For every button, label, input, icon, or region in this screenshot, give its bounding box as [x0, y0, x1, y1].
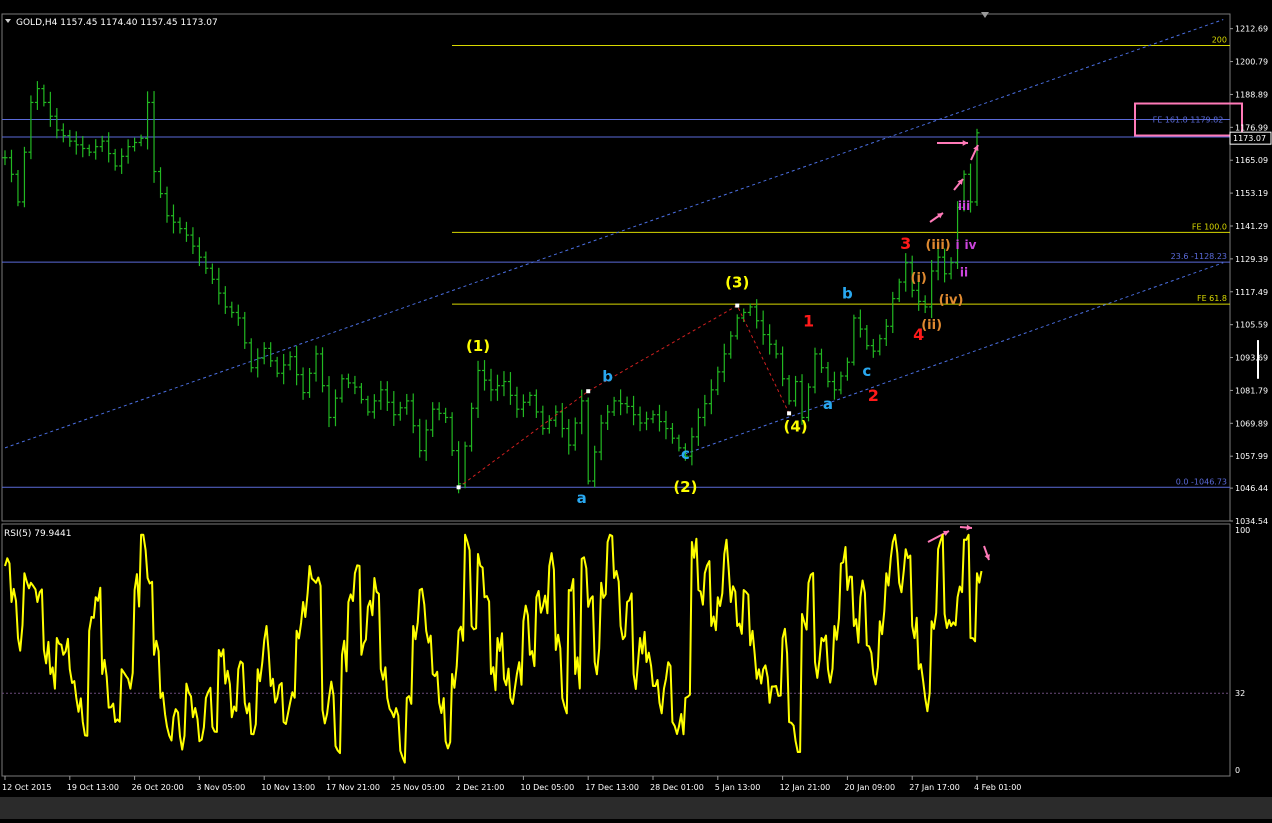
wave-label: 1 — [803, 311, 814, 330]
price-tick-label: 1165.09 — [1235, 156, 1268, 165]
wave-label: 2 — [868, 386, 879, 405]
price-tick-label: 1081.79 — [1235, 386, 1268, 395]
price-tick-label: 1069.89 — [1235, 419, 1268, 428]
wave-label: (4) — [783, 417, 807, 435]
time-tick-label: 12 Oct 2015 — [2, 783, 51, 792]
wave-label: b — [842, 285, 853, 303]
wave-label: (iii) — [925, 238, 950, 253]
wave-point — [735, 303, 740, 308]
price-tick-label: 1117.49 — [1235, 288, 1268, 297]
wave-label: c — [681, 445, 690, 463]
time-tick-label: 4 Feb 01:00 — [974, 783, 1021, 792]
rsi-tick-label: 32 — [1235, 689, 1245, 698]
rsi-header: RSI(5) 79.9441 — [4, 529, 71, 539]
chart-window: 200 FE 100.0 23.6 -1128.23 FE 61.8 0.0 -1046… — [0, 0, 1272, 819]
price-tick-label: 1034.54 — [1235, 517, 1268, 526]
time-tick-label: 20 Jan 09:00 — [844, 783, 895, 792]
wave-label: (ii) — [921, 318, 942, 333]
wave-label: iv — [965, 238, 977, 252]
status-bar — [0, 797, 1272, 819]
price-tick-label: 1153.19 — [1235, 189, 1268, 198]
wave-label: ii — [960, 266, 968, 280]
time-tick-label: 17 Nov 21:00 — [326, 783, 380, 792]
price-tick-label: 1129.39 — [1235, 255, 1268, 264]
wave-label: a — [823, 395, 833, 413]
time-tick-label: 19 Oct 13:00 — [67, 783, 119, 792]
price-tick-label: 1046.44 — [1235, 484, 1268, 493]
price-tick-label: 1200.79 — [1235, 58, 1268, 67]
wave-label: (3) — [725, 274, 749, 292]
main-header: GOLD,H4 1157.45 1174.40 1157.45 1173.07 — [16, 18, 218, 28]
wave-label: (2) — [673, 478, 697, 496]
chart-canvas[interactable]: 200 FE 100.0 23.6 -1128.23 FE 61.8 0.0 -1046… — [0, 0, 1272, 819]
price-tick-label: 1188.89 — [1235, 90, 1268, 99]
time-tick-label: 12 Jan 21:00 — [780, 783, 831, 792]
wave-label: iii — [958, 199, 970, 213]
wave-point — [586, 389, 591, 394]
wave-label: b — [602, 368, 613, 386]
rsi-tick-label: 100 — [1235, 526, 1250, 535]
wave-point — [787, 411, 792, 416]
wave-label: a — [577, 489, 587, 507]
fe-100-label: FE 100.0 — [1192, 222, 1227, 231]
time-tick-label: 28 Dec 01:00 — [650, 783, 704, 792]
fib-0-label: 0.0 -1046.73 — [1176, 477, 1227, 486]
price-tick-label: 1141.29 — [1235, 222, 1268, 231]
price-tick-label: 1057.99 — [1235, 452, 1268, 461]
price-tick-label: 1176.99 — [1235, 123, 1268, 132]
time-tick-label: 26 Oct 20:00 — [132, 783, 184, 792]
time-tick-label: 25 Nov 05:00 — [391, 783, 445, 792]
time-tick-label: 2 Dec 21:00 — [456, 783, 505, 792]
price-tick-label: 1105.59 — [1235, 321, 1268, 330]
fe-box-label: FE 161.8 1179.82 — [1153, 116, 1224, 125]
time-tick-label: 5 Jan 13:00 — [715, 783, 761, 792]
time-tick-label: 17 Dec 13:00 — [585, 783, 639, 792]
price-tick-label: 1212.69 — [1235, 25, 1268, 34]
time-tick-label: 10 Dec 05:00 — [520, 783, 574, 792]
time-tick-label: 3 Nov 05:00 — [196, 783, 245, 792]
wave-label: c — [862, 362, 871, 380]
fe-200-label: 200 — [1212, 36, 1227, 45]
wave-label: (i) — [911, 271, 927, 286]
price-label: 1173.07 — [1233, 134, 1266, 143]
wave-label: (iv) — [939, 293, 964, 308]
fib-23-6-label: 23.6 -1128.23 — [1171, 252, 1227, 261]
time-tick-label: 27 Jan 17:00 — [909, 783, 960, 792]
wave-label: i — [955, 238, 959, 252]
time-tick-label: 10 Nov 13:00 — [261, 783, 315, 792]
fe-61-8-label: FE 61.8 — [1197, 294, 1227, 303]
rsi-tick-label: 0 — [1235, 766, 1240, 775]
wave-point — [456, 485, 461, 490]
wave-label: (1) — [466, 337, 490, 355]
wave-label: 3 — [900, 234, 911, 253]
price-tick-label: 1093.69 — [1235, 354, 1268, 363]
